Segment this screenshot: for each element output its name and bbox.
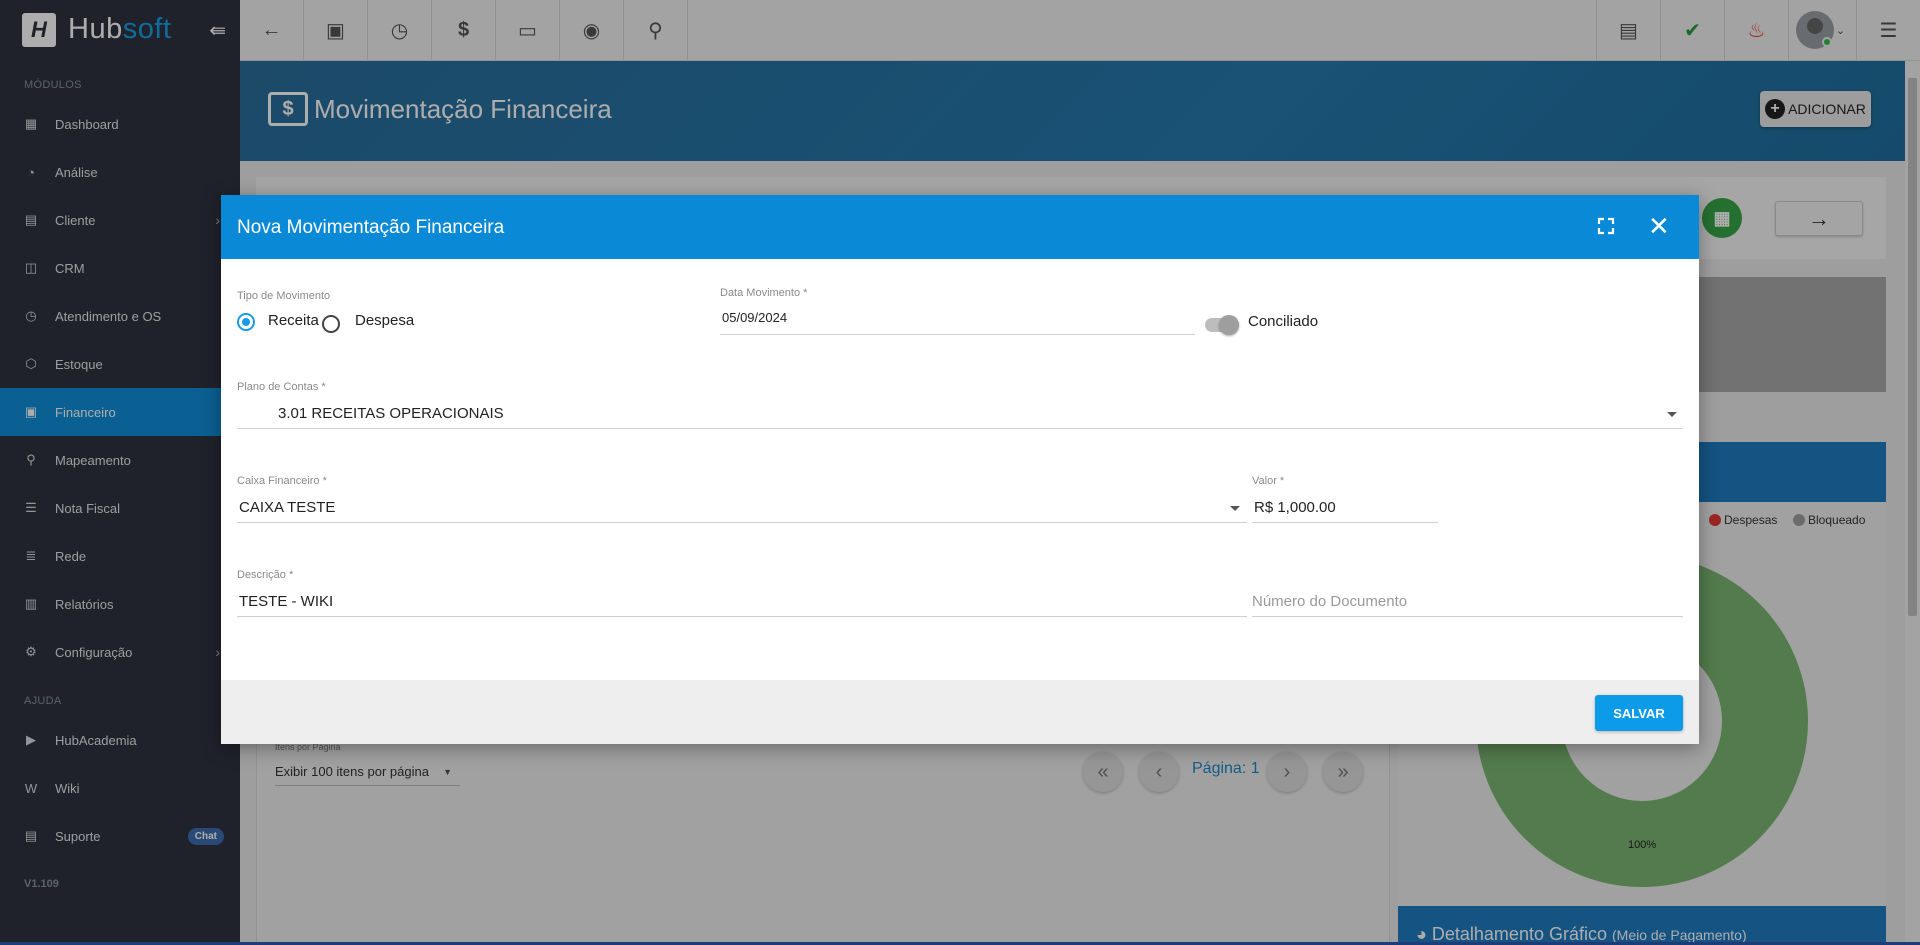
modal-body: Tipo de Movimento Receita Despesa Data M… (221, 259, 1699, 676)
plano-contas-underline (237, 428, 1683, 429)
modal-footer: SALVAR (221, 680, 1699, 744)
valor-underline (1252, 522, 1438, 523)
radio-receita[interactable] (237, 313, 255, 331)
tipo-movimento-label: Tipo de Movimento (237, 290, 331, 302)
close-icon[interactable]: ✕ (1648, 213, 1670, 239)
plano-contas-label: Plano de Contas * (237, 381, 326, 393)
radio-receita-label[interactable]: Receita (268, 312, 319, 329)
numero-documento-underline (1252, 616, 1683, 617)
plano-contas-select[interactable]: 3.01 RECEITAS OPERACIONAIS (278, 405, 504, 422)
radio-despesa-label[interactable]: Despesa (355, 312, 414, 329)
valor-input[interactable]: R$ 1,000.00 (1254, 499, 1336, 516)
modal-title: Nova Movimentação Financeira (237, 217, 505, 238)
radio-despesa[interactable] (322, 315, 340, 333)
descricao-input[interactable]: TESTE - WIKI (239, 593, 333, 610)
fullscreen-icon[interactable] (1595, 215, 1617, 237)
caixa-financeiro-label: Caixa Financeiro * (237, 475, 327, 487)
caret-down-icon[interactable] (1667, 412, 1677, 417)
save-button[interactable]: SALVAR (1595, 695, 1683, 731)
caret-down-icon[interactable] (1230, 506, 1240, 511)
valor-label: Valor * (1252, 475, 1285, 487)
caixa-financeiro-underline (237, 522, 1247, 523)
caixa-financeiro-select[interactable]: CAIXA TESTE (239, 499, 335, 516)
descricao-underline (237, 616, 1247, 617)
data-movimento-underline (720, 334, 1195, 335)
data-movimento-input[interactable]: 05/09/2024 (722, 310, 787, 325)
descricao-label: Descrição * (237, 569, 294, 581)
data-movimento-label: Data Movimento * (720, 287, 808, 299)
new-transaction-dialog: Nova Movimentação Financeira ✕ Tipo de M… (221, 195, 1699, 744)
conciliado-label: Conciliado (1248, 313, 1319, 330)
conciliado-toggle-knob[interactable] (1219, 315, 1239, 335)
numero-documento-input[interactable]: Número do Documento (1252, 593, 1407, 610)
modal-header: Nova Movimentação Financeira ✕ (221, 195, 1699, 259)
